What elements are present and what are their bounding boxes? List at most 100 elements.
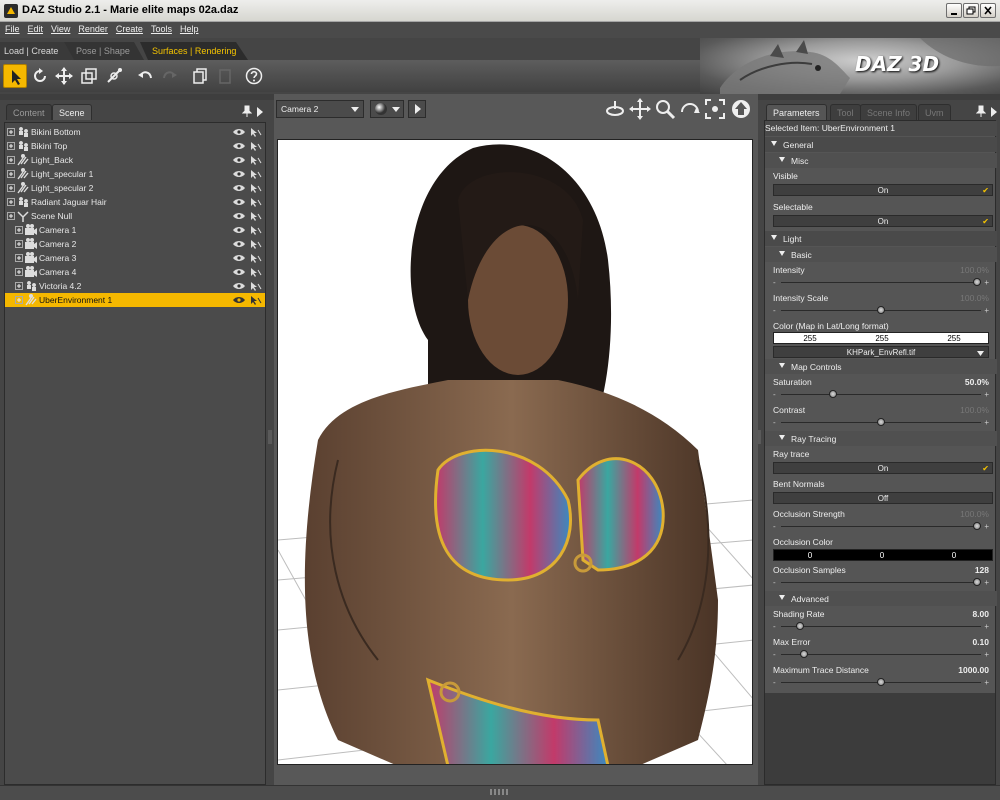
selectable-arrow-icon[interactable]	[250, 211, 262, 222]
tab-tool[interactable]: Tool	[830, 104, 861, 120]
slider-knob[interactable]	[973, 578, 981, 586]
slider-knob[interactable]	[796, 622, 805, 630]
menu-tools[interactable]: Tools	[146, 22, 175, 34]
scene-node[interactable]: Bikini Top	[5, 139, 265, 153]
selectable-arrow-icon[interactable]	[250, 197, 262, 208]
undo-button[interactable]	[133, 64, 157, 88]
expand-toggle-icon[interactable]	[15, 240, 23, 248]
scene-node[interactable]: Light_specular 2	[5, 181, 265, 195]
redo-button[interactable]	[158, 64, 182, 88]
intensity-scale-slider[interactable]: - +	[773, 306, 989, 315]
slider-knob[interactable]	[973, 522, 981, 530]
viewport-options-button[interactable]	[408, 100, 426, 118]
orbit-icon[interactable]	[604, 98, 626, 120]
panel-menu-arrow-icon[interactable]	[256, 107, 264, 117]
selectable-arrow-icon[interactable]	[250, 225, 262, 236]
tab-load-create[interactable]: Load | Create	[0, 42, 64, 60]
scene-node[interactable]: Scene Null	[5, 209, 265, 223]
selectable-arrow-icon[interactable]	[250, 141, 262, 152]
occlusion-samples-slider[interactable]: - +	[773, 578, 989, 587]
home-icon[interactable]	[730, 98, 752, 120]
pin-icon[interactable]	[976, 105, 986, 117]
selectable-arrow-icon[interactable]	[250, 267, 262, 278]
panel-menu-arrow-icon[interactable]	[990, 107, 998, 117]
menu-edit[interactable]: Edit	[23, 22, 47, 34]
intensity-slider[interactable]: - +	[773, 278, 989, 287]
selectable-arrow-icon[interactable]	[250, 239, 262, 250]
contrast-slider[interactable]: - +	[773, 418, 989, 427]
visibility-eye-icon[interactable]	[233, 296, 245, 304]
expand-toggle-icon[interactable]	[15, 254, 23, 262]
visibility-eye-icon[interactable]	[233, 184, 245, 192]
pan-icon[interactable]	[629, 98, 651, 120]
copy-button[interactable]	[188, 64, 212, 88]
rotate-tool-button[interactable]	[28, 64, 52, 88]
section-general[interactable]: General	[765, 137, 997, 152]
roll-icon[interactable]	[679, 98, 701, 120]
3d-viewport[interactable]	[277, 139, 753, 765]
shading-rate-slider[interactable]: - +	[773, 622, 989, 631]
visibility-eye-icon[interactable]	[233, 128, 245, 136]
slider-knob[interactable]	[877, 418, 885, 426]
visibility-eye-icon[interactable]	[233, 212, 245, 220]
scene-node[interactable]: Light_specular 1	[5, 167, 265, 181]
section-map-controls[interactable]: Map Controls	[765, 359, 997, 374]
menu-view[interactable]: View	[46, 22, 73, 34]
selectable-arrow-icon[interactable]	[250, 169, 262, 180]
expand-toggle-icon[interactable]	[15, 282, 23, 290]
minimize-button[interactable]	[946, 3, 962, 18]
frame-icon[interactable]	[704, 98, 726, 120]
section-ray-tracing[interactable]: Ray Tracing	[765, 431, 997, 446]
selectable-arrow-icon[interactable]	[250, 281, 262, 292]
scene-node[interactable]: Radiant Jaguar Hair	[5, 195, 265, 209]
scene-node[interactable]: Camera 2	[5, 237, 265, 251]
scene-node[interactable]: Light_Back	[5, 153, 265, 167]
selectable-arrow-icon[interactable]	[250, 295, 262, 306]
color-map-dropdown[interactable]: KHPark_EnvRefl.tif	[773, 346, 989, 358]
selectable-arrow-icon[interactable]	[250, 253, 262, 264]
tab-pose-shape[interactable]: Pose | Shape	[72, 42, 136, 60]
section-light[interactable]: Light	[765, 231, 997, 246]
tab-surfaces-rendering[interactable]: Surfaces | Rendering	[148, 42, 242, 60]
expand-toggle-icon[interactable]	[7, 142, 15, 150]
occlusion-color-swatch[interactable]: 0 0 0	[773, 549, 993, 561]
max-error-slider[interactable]: - +	[773, 650, 989, 659]
select-tool-button[interactable]	[3, 64, 27, 88]
visibility-eye-icon[interactable]	[233, 282, 245, 290]
translate-tool-button[interactable]	[52, 64, 76, 88]
scene-node[interactable]: Victoria 4.2	[5, 279, 265, 293]
visibility-eye-icon[interactable]	[233, 170, 245, 178]
slider-knob[interactable]	[829, 390, 837, 398]
expand-toggle-icon[interactable]	[7, 128, 15, 136]
expand-toggle-icon[interactable]	[7, 198, 15, 206]
expand-toggle-icon[interactable]	[15, 268, 23, 276]
ray-trace-toggle[interactable]: On ✔	[773, 462, 993, 474]
restore-button[interactable]	[963, 3, 979, 18]
scene-node[interactable]: Camera 1	[5, 223, 265, 237]
pin-icon[interactable]	[242, 105, 252, 117]
visibility-eye-icon[interactable]	[233, 254, 245, 262]
selectable-arrow-icon[interactable]	[250, 155, 262, 166]
scene-node[interactable]: Bikini Bottom	[5, 125, 265, 139]
scale-tool-button[interactable]	[77, 64, 101, 88]
visibility-eye-icon[interactable]	[233, 198, 245, 206]
visibility-eye-icon[interactable]	[233, 240, 245, 248]
tab-scene[interactable]: Scene	[52, 104, 92, 120]
scene-node[interactable]: Camera 3	[5, 251, 265, 265]
visibility-eye-icon[interactable]	[233, 268, 245, 276]
close-button[interactable]	[980, 3, 996, 18]
visibility-eye-icon[interactable]	[233, 142, 245, 150]
bent-normals-toggle[interactable]: Off	[773, 492, 993, 504]
draw-style-dropdown[interactable]	[370, 100, 404, 118]
scene-node[interactable]: Camera 4	[5, 265, 265, 279]
expand-toggle-icon[interactable]	[7, 156, 15, 164]
zoom-icon[interactable]	[654, 98, 676, 120]
section-basic[interactable]: Basic	[765, 247, 997, 262]
selectable-toggle[interactable]: On ✔	[773, 215, 993, 227]
section-advanced[interactable]: Advanced	[765, 591, 997, 606]
menu-help[interactable]: Help	[175, 22, 202, 34]
menu-file[interactable]: File	[0, 22, 23, 34]
expand-toggle-icon[interactable]	[7, 212, 15, 220]
expand-toggle-icon[interactable]	[15, 226, 23, 234]
joint-editor-button[interactable]	[102, 64, 126, 88]
